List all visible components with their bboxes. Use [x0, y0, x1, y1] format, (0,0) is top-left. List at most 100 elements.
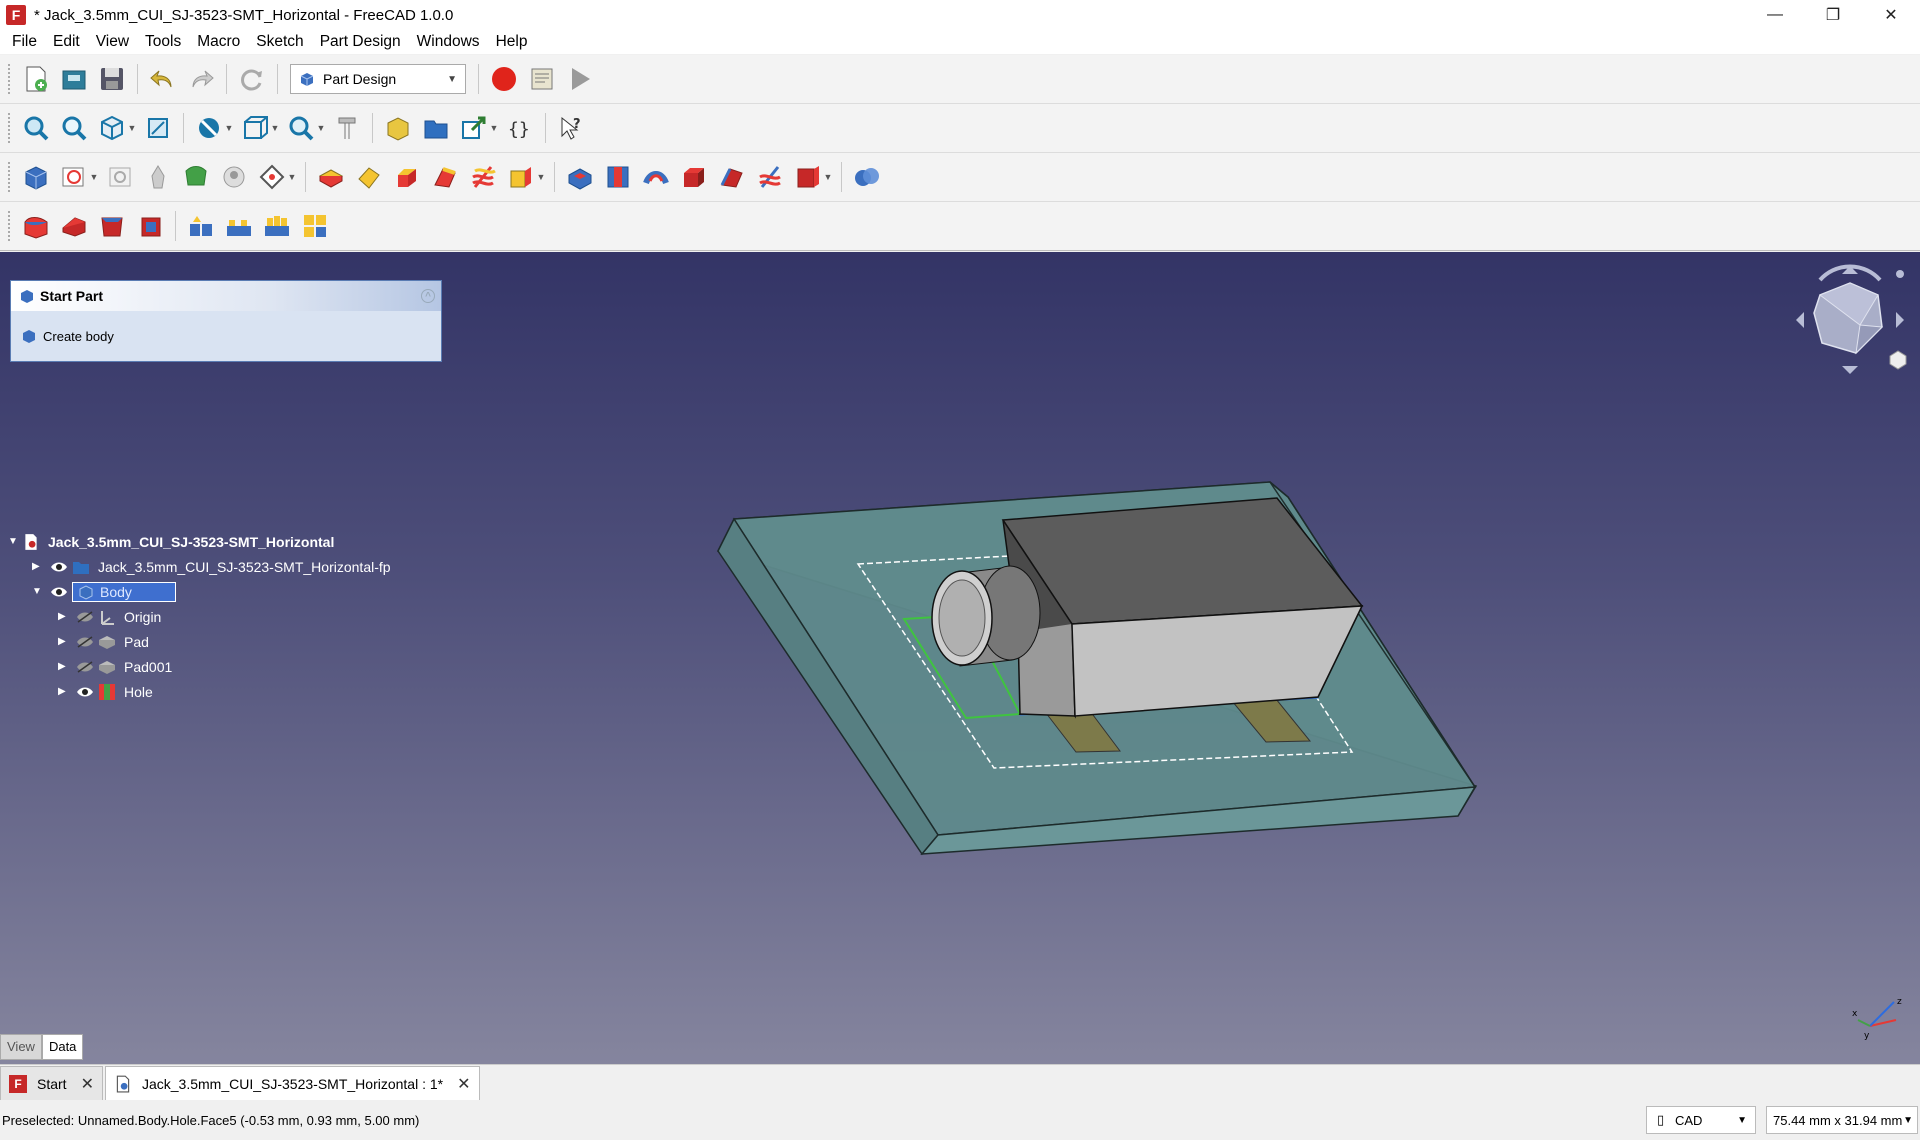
multi-transform-icon[interactable] [300, 211, 330, 241]
jack-barrel[interactable] [931, 565, 1041, 667]
standard-views-icon[interactable] [97, 113, 127, 143]
undo-icon[interactable] [148, 64, 178, 94]
close-button[interactable]: ✕ [1862, 0, 1920, 30]
menu-edit[interactable]: Edit [45, 30, 88, 54]
variable-set-icon[interactable]: {} [505, 113, 535, 143]
additive-helix-icon[interactable] [468, 162, 498, 192]
menu-view[interactable]: View [88, 30, 137, 54]
subtractive-loft-icon[interactable] [679, 162, 709, 192]
toolbar-grip[interactable] [8, 64, 11, 94]
save-icon[interactable] [97, 64, 127, 94]
menu-macro[interactable]: Macro [189, 30, 248, 54]
macro-edit-icon[interactable] [527, 64, 557, 94]
chevron-down-icon[interactable]: ▼ [823, 162, 833, 192]
minimize-button[interactable]: — [1746, 0, 1804, 30]
chevron-down-icon[interactable]: ▼ [127, 113, 137, 143]
separator [277, 64, 278, 94]
linear-pattern-icon[interactable] [224, 211, 254, 241]
nav-arrow-right-icon[interactable] [1896, 312, 1904, 328]
close-tab-icon[interactable]: ✕ [457, 1074, 470, 1094]
create-group-icon[interactable] [421, 113, 451, 143]
boolean-icon[interactable] [852, 162, 882, 192]
navigation-cube[interactable] [1790, 260, 1910, 380]
macro-record-icon[interactable] [489, 64, 519, 94]
subtractive-pipe-icon[interactable] [717, 162, 747, 192]
bounding-box-icon[interactable] [240, 113, 270, 143]
open-document-icon[interactable] [59, 64, 89, 94]
close-tab-icon[interactable]: ✕ [81, 1074, 94, 1094]
additive-pipe-icon[interactable] [430, 162, 460, 192]
workbench-selector[interactable]: Part Design ▼ [290, 64, 466, 94]
navigation-style-selector[interactable]: ▯ CAD ▼ [1646, 1106, 1756, 1134]
pad-icon[interactable] [316, 162, 346, 192]
revolution-icon[interactable] [354, 162, 384, 192]
part-design-icon [300, 73, 314, 86]
maximize-button[interactable]: ❐ [1804, 0, 1862, 30]
draw-style-icon[interactable] [194, 113, 224, 143]
macro-run-icon[interactable] [565, 64, 595, 94]
menu-tools[interactable]: Tools [137, 30, 189, 54]
thickness-icon[interactable] [135, 211, 165, 241]
nav-arrow-left-icon[interactable] [1796, 312, 1804, 328]
whats-this-icon[interactable]: ? [556, 113, 586, 143]
view-dimensions[interactable]: 75.44 mm x 31.94 mm ▼ [1766, 1106, 1918, 1134]
view-toolbar: ▼ ▼ ▼ ▼ ▼ {} ? [0, 104, 1920, 153]
draft-icon[interactable] [97, 211, 127, 241]
fit-all-icon[interactable] [21, 113, 51, 143]
menu-help[interactable]: Help [488, 30, 536, 54]
file-toolbar: Part Design ▼ [0, 55, 1920, 104]
dress-up-toolbar [0, 202, 1920, 251]
create-part-icon[interactable] [383, 113, 413, 143]
additive-loft-icon[interactable] [392, 162, 422, 192]
sub-shape-binder-icon[interactable] [181, 162, 211, 192]
measure-icon[interactable] [332, 113, 362, 143]
zoom-icon[interactable] [286, 113, 316, 143]
create-body-icon[interactable] [21, 162, 51, 192]
additive-primitive-icon[interactable] [506, 162, 536, 192]
chevron-down-icon[interactable]: ▼ [536, 162, 546, 192]
toolbar-grip[interactable] [8, 113, 11, 143]
menu-sketch[interactable]: Sketch [248, 30, 311, 54]
menu-file[interactable]: File [4, 30, 45, 54]
new-document-icon[interactable] [21, 64, 51, 94]
chamfer-icon[interactable] [59, 211, 89, 241]
mirrored-icon[interactable] [186, 211, 216, 241]
hole-icon[interactable] [603, 162, 633, 192]
chevron-down-icon[interactable]: ▼ [270, 113, 280, 143]
tab-document[interactable]: Jack_3.5mm_CUI_SJ-3523-SMT_Horizontal : … [104, 1066, 480, 1100]
svg-text:z: z [1897, 997, 1902, 1007]
tab-view[interactable]: View [0, 1034, 42, 1060]
tab-start[interactable]: F Start ✕ [0, 1066, 103, 1100]
menu-windows[interactable]: Windows [409, 30, 488, 54]
part-design-helper-toolbar: ▼ ▼ ▼ ▼ [0, 153, 1920, 202]
redo-icon[interactable] [186, 64, 216, 94]
create-link-icon[interactable] [459, 113, 489, 143]
3d-model[interactable] [0, 252, 1920, 1064]
shape-binder-icon[interactable] [143, 162, 173, 192]
datum-plane-icon[interactable] [257, 162, 287, 192]
chevron-down-icon[interactable]: ▼ [316, 113, 326, 143]
nav-arrow-down-icon[interactable] [1842, 366, 1858, 374]
refresh-icon[interactable] [237, 64, 267, 94]
toolbar-grip[interactable] [8, 211, 11, 241]
tab-data[interactable]: Data [41, 1034, 84, 1060]
toolbar-grip[interactable] [8, 162, 11, 192]
chevron-down-icon[interactable]: ▼ [224, 113, 234, 143]
chevron-down-icon[interactable]: ▼ [287, 162, 297, 192]
menu-part-design[interactable]: Part Design [312, 30, 409, 54]
sketch-view-icon[interactable] [143, 113, 173, 143]
pocket-icon[interactable] [565, 162, 595, 192]
3d-viewport[interactable]: Start Part ^ Create body ▼ Jack_3.5mm_CU… [0, 252, 1920, 1064]
separator [545, 113, 546, 143]
polar-pattern-icon[interactable] [262, 211, 292, 241]
subtractive-helix-icon[interactable] [755, 162, 785, 192]
fit-selection-icon[interactable] [59, 113, 89, 143]
chevron-down-icon[interactable]: ▼ [489, 113, 499, 143]
clone-icon[interactable] [219, 162, 249, 192]
chevron-down-icon[interactable]: ▼ [89, 162, 99, 192]
fillet-icon[interactable] [21, 211, 51, 241]
subtractive-primitive-icon[interactable] [793, 162, 823, 192]
groove-icon[interactable] [641, 162, 671, 192]
create-sketch-icon[interactable] [59, 162, 89, 192]
validate-sketch-icon[interactable] [105, 162, 135, 192]
